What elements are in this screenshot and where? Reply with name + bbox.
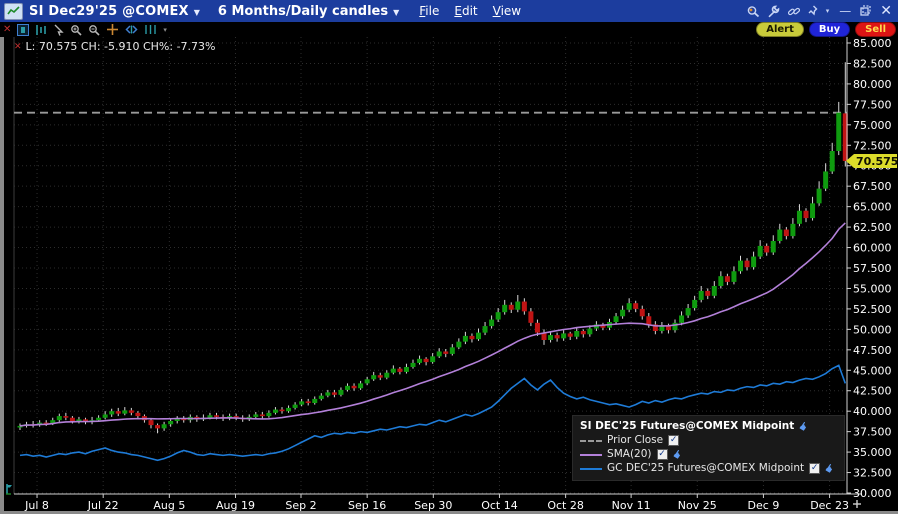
- svg-text:62.500: 62.500: [853, 221, 892, 234]
- svg-text:70.575: 70.575: [856, 155, 898, 168]
- pin-icon[interactable]: [808, 5, 819, 18]
- search-tool-icon[interactable]: [746, 5, 760, 18]
- legend-row-sma: SMA(20) ✓ ☛: [580, 447, 835, 463]
- gc-line-sample: [580, 467, 603, 470]
- svg-text:50.000: 50.000: [853, 323, 892, 336]
- chart-app-icon: [4, 2, 23, 20]
- symbol-selector[interactable]: SI Dec29'25 @COMEX: [29, 4, 189, 19]
- prior-close-line-sample: [580, 439, 603, 442]
- minimize-button[interactable]: —: [839, 5, 851, 17]
- wrench-icon[interactable]: [767, 5, 780, 18]
- menu-view[interactable]: View: [493, 4, 521, 18]
- cursor-tool-icon[interactable]: [53, 23, 65, 36]
- legend-label: Prior Close: [607, 434, 664, 446]
- timeframe-dropdown-caret[interactable]: ▼: [393, 8, 399, 17]
- prior-close-checkbox[interactable]: ✓: [668, 435, 680, 446]
- legend-row-gc: GC DEC'25 Futures@COMEX Midpoint ✓ ☛: [580, 461, 838, 477]
- zoom-out-icon[interactable]: [88, 23, 100, 36]
- svg-text:82.500: 82.500: [853, 57, 892, 70]
- price-chart[interactable]: 30.000 32.500 35.000 37.500 40.000 42.500 45.0…: [0, 37, 898, 514]
- quote-panel-icon[interactable]: [17, 23, 30, 36]
- svg-text:65.000: 65.000: [853, 201, 892, 214]
- svg-text:80.000: 80.000: [853, 78, 892, 91]
- svg-text:57.500: 57.500: [853, 262, 892, 275]
- svg-text:37.500: 37.500: [853, 426, 892, 439]
- bar-spacing-icon[interactable]: [144, 23, 157, 36]
- chart-toolbar: ✕ ▾ Alert Buy Sell: [0, 22, 898, 37]
- svg-text:55.000: 55.000: [853, 282, 892, 295]
- symbol-dropdown-caret[interactable]: ▼: [194, 8, 200, 17]
- svg-text:40.000: 40.000: [853, 405, 892, 418]
- alert-button[interactable]: Alert: [756, 22, 804, 37]
- candlestick-style-icon[interactable]: [35, 23, 47, 36]
- svg-text:67.500: 67.500: [853, 180, 892, 193]
- readout-text: L: 70.575 CH: -5.910 CH%: -7.73%: [25, 40, 216, 53]
- close-panel-icon[interactable]: ✕: [3, 23, 11, 36]
- svg-text:45.000: 45.000: [853, 364, 892, 377]
- window-frame-left: [0, 37, 4, 514]
- sma-checkbox[interactable]: ✓: [656, 449, 668, 460]
- legend-label: GC DEC'25 Futures@COMEX Midpoint: [607, 462, 805, 474]
- restore-button[interactable]: [860, 5, 871, 17]
- svg-text:60.000: 60.000: [853, 242, 892, 255]
- pan-horizontal-icon[interactable]: [125, 23, 138, 36]
- sma-line-sample: [580, 453, 603, 456]
- legend-series-title: SI DEC'25 Futures@COMEX Midpoint: [580, 420, 795, 432]
- last-price-readout: ✕ L: 70.575 CH: -5.910 CH%: -7.73%: [14, 40, 216, 53]
- link-icon[interactable]: [787, 5, 801, 18]
- remove-readout-icon[interactable]: ✕: [14, 42, 22, 52]
- chart-legend: SI DEC'25 Futures@COMEX Midpoint ☛ Prior…: [572, 415, 845, 481]
- gc-checkbox[interactable]: ✓: [809, 463, 821, 474]
- svg-text:75.000: 75.000: [853, 119, 892, 132]
- pin-dropdown-caret[interactable]: ▾: [826, 7, 830, 15]
- svg-text:35.000: 35.000: [853, 446, 892, 459]
- legend-row-prior-close: Prior Close ✓: [580, 434, 835, 447]
- svg-text:42.500: 42.500: [853, 385, 892, 398]
- svg-text:77.500: 77.500: [853, 98, 892, 111]
- sell-button[interactable]: Sell: [855, 22, 896, 37]
- close-button[interactable]: ✕: [880, 4, 892, 18]
- menu-bar: File Edit View: [419, 4, 521, 18]
- title-bar: SI Dec29'25 @COMEX ▼ 6 Months/Daily cand…: [0, 0, 898, 22]
- titlebar-tools: ▾: [746, 5, 830, 18]
- svg-text:30.000: 30.000: [853, 487, 892, 500]
- crosshair-position-icon[interactable]: [5, 480, 14, 499]
- menu-edit[interactable]: Edit: [454, 4, 477, 18]
- crosshair-icon[interactable]: [106, 23, 119, 36]
- zoom-in-icon[interactable]: [70, 23, 82, 36]
- svg-text:32.500: 32.500: [853, 467, 892, 480]
- legend-label: SMA(20): [607, 448, 652, 460]
- menu-file[interactable]: File: [419, 4, 439, 18]
- svg-text:85.000: 85.000: [853, 37, 892, 50]
- tws-chart-window: SI Dec29'25 @COMEX ▼ 6 Months/Daily cand…: [0, 0, 898, 514]
- buy-button[interactable]: Buy: [808, 22, 851, 37]
- svg-text:47.500: 47.500: [853, 344, 892, 357]
- svg-text:72.500: 72.500: [853, 139, 892, 152]
- svg-text:52.500: 52.500: [853, 303, 892, 316]
- drag-hand-icon[interactable]: ☛: [796, 419, 812, 435]
- window-controls: — ✕: [839, 4, 892, 18]
- drag-hand-icon[interactable]: ☛: [822, 461, 838, 477]
- more-tools-caret[interactable]: ▾: [163, 23, 167, 36]
- drag-hand-icon[interactable]: ☛: [669, 447, 685, 463]
- timeframe-selector[interactable]: 6 Months/Daily candles: [218, 4, 388, 19]
